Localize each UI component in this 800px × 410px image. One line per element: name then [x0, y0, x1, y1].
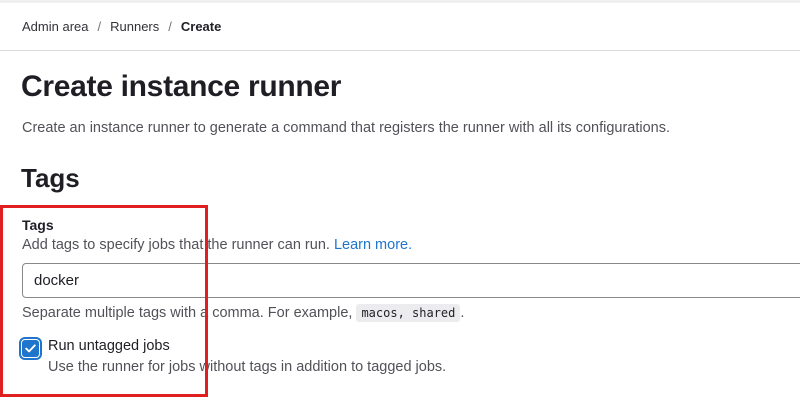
learn-more-link[interactable]: Learn more.: [334, 237, 412, 253]
tags-input[interactable]: [22, 263, 800, 298]
tags-help-message: Add tags to specify jobs that the runner…: [22, 237, 330, 253]
tags-input-hint: Separate multiple tags with a comma. For…: [22, 304, 465, 322]
breadcrumb-separator: /: [168, 19, 172, 34]
page-description: Create an instance runner to generate a …: [22, 120, 671, 136]
breadcrumb-runners[interactable]: Runners: [110, 19, 159, 34]
run-untagged-jobs-label[interactable]: Run untagged jobs: [48, 338, 170, 354]
run-untagged-jobs-checkbox[interactable]: [22, 340, 39, 357]
tags-hint-prefix: Separate multiple tags with a comma. For…: [22, 305, 353, 321]
tags-field-label: Tags: [22, 217, 54, 233]
tags-help-text: Add tags to specify jobs that the runner…: [22, 237, 412, 253]
breadcrumb-separator: /: [97, 19, 102, 34]
tags-hint-example: macos, shared: [356, 304, 461, 322]
checkmark-icon: [25, 344, 36, 353]
run-untagged-jobs-help: Use the runner for jobs without tags in …: [48, 359, 447, 375]
page-title: Create instance runner: [21, 70, 342, 103]
tags-hint-suffix: .: [460, 305, 465, 321]
top-bar: [0, 0, 800, 3]
breadcrumb-create: Create: [180, 19, 222, 34]
tags-section-title: Tags: [21, 163, 80, 193]
header-divider: [0, 50, 800, 51]
breadcrumb-admin-area[interactable]: Admin area: [22, 19, 88, 34]
breadcrumb: Admin area / Runners / Create: [22, 19, 221, 34]
